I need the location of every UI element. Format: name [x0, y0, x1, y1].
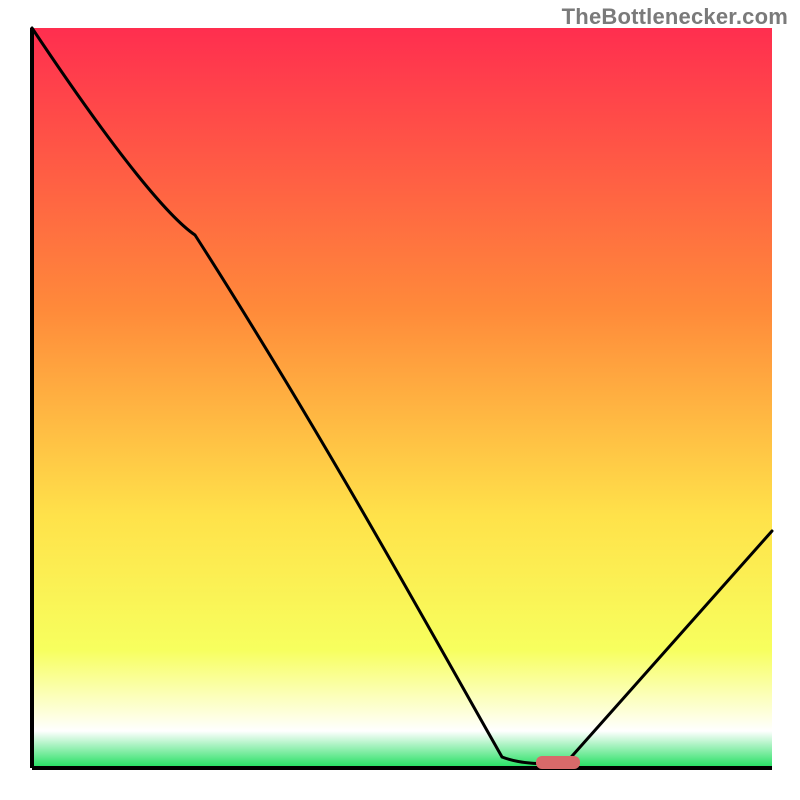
bottleneck-chart: [0, 0, 800, 800]
watermark-text: TheBottlenecker.com: [562, 4, 788, 30]
current-bottleneck-marker: [536, 756, 580, 769]
